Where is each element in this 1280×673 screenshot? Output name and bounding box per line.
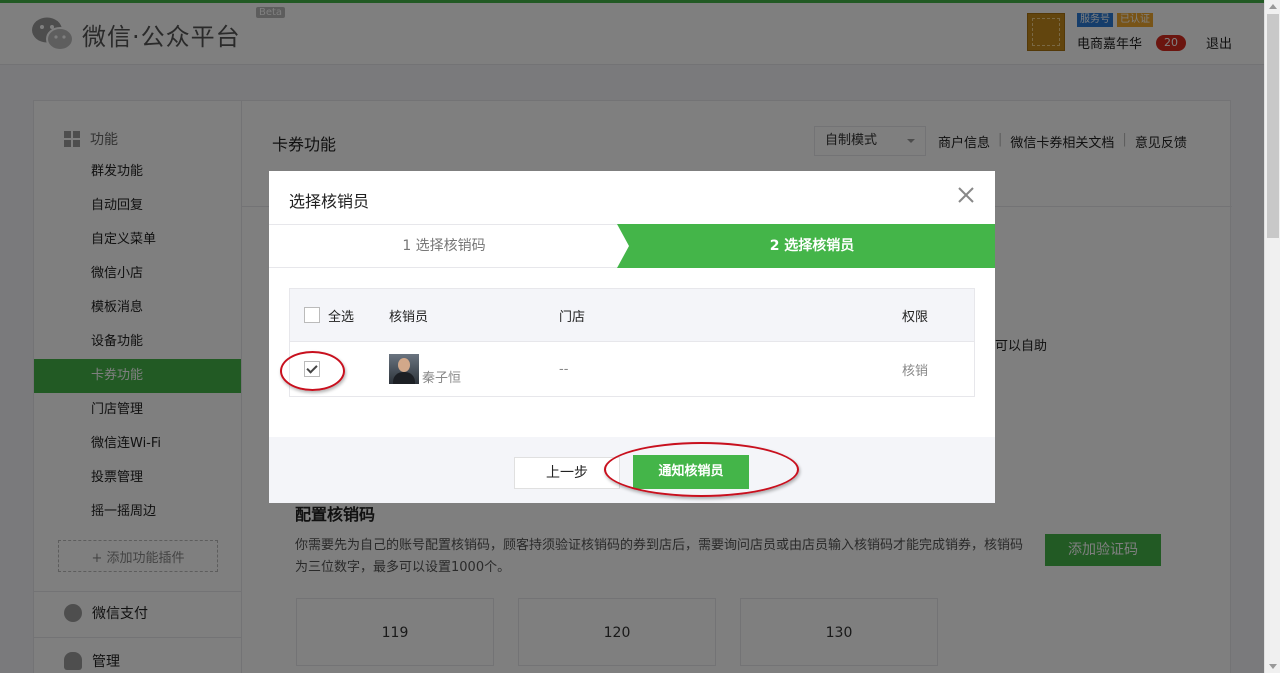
- scroll-down-icon[interactable]: [1269, 664, 1277, 669]
- dialog-footer: 上一步 通知核销员: [269, 437, 995, 503]
- store-cell: --: [559, 361, 569, 377]
- staff-avatar: [389, 354, 419, 384]
- select-staff-dialog: 选择核销员 1 选择核销码 2 选择核销员 全选 核销员 门店 权限 秦子恒 -…: [269, 171, 995, 503]
- step-2: 2 选择核销员: [769, 238, 855, 254]
- notify-staff-button[interactable]: 通知核销员: [633, 455, 749, 489]
- column-header-permission: 权限: [902, 309, 929, 325]
- page-scrollbar[interactable]: [1264, 0, 1280, 673]
- select-all-label[interactable]: 全选: [328, 306, 354, 325]
- row-select-cell: [304, 342, 320, 396]
- select-all-cell: 全选: [304, 289, 354, 341]
- staff-table: 全选 核销员 门店 权限 秦子恒 -- 核销: [289, 288, 975, 397]
- column-header-staff: 核销员: [389, 309, 429, 325]
- row-checkbox[interactable]: [304, 361, 320, 377]
- step-1: 1 选择核销码: [402, 238, 486, 254]
- staff-cell: 秦子恒: [389, 342, 461, 396]
- scrollbar-thumb[interactable]: [1267, 14, 1279, 238]
- permission-cell: 核销: [902, 363, 929, 379]
- table-row[interactable]: 秦子恒 -- 核销: [290, 342, 974, 396]
- table-header: 全选 核销员 门店 权限: [290, 289, 974, 342]
- column-header-store: 门店: [559, 309, 586, 325]
- scroll-up-icon[interactable]: [1269, 4, 1277, 9]
- step-indicator: 1 选择核销码 2 选择核销员: [269, 224, 995, 268]
- select-all-checkbox[interactable]: [304, 307, 320, 323]
- dialog-title: 选择核销员: [289, 192, 370, 211]
- close-icon[interactable]: [957, 186, 975, 204]
- previous-step-button[interactable]: 上一步: [514, 457, 620, 489]
- staff-name: 秦子恒: [422, 371, 462, 386]
